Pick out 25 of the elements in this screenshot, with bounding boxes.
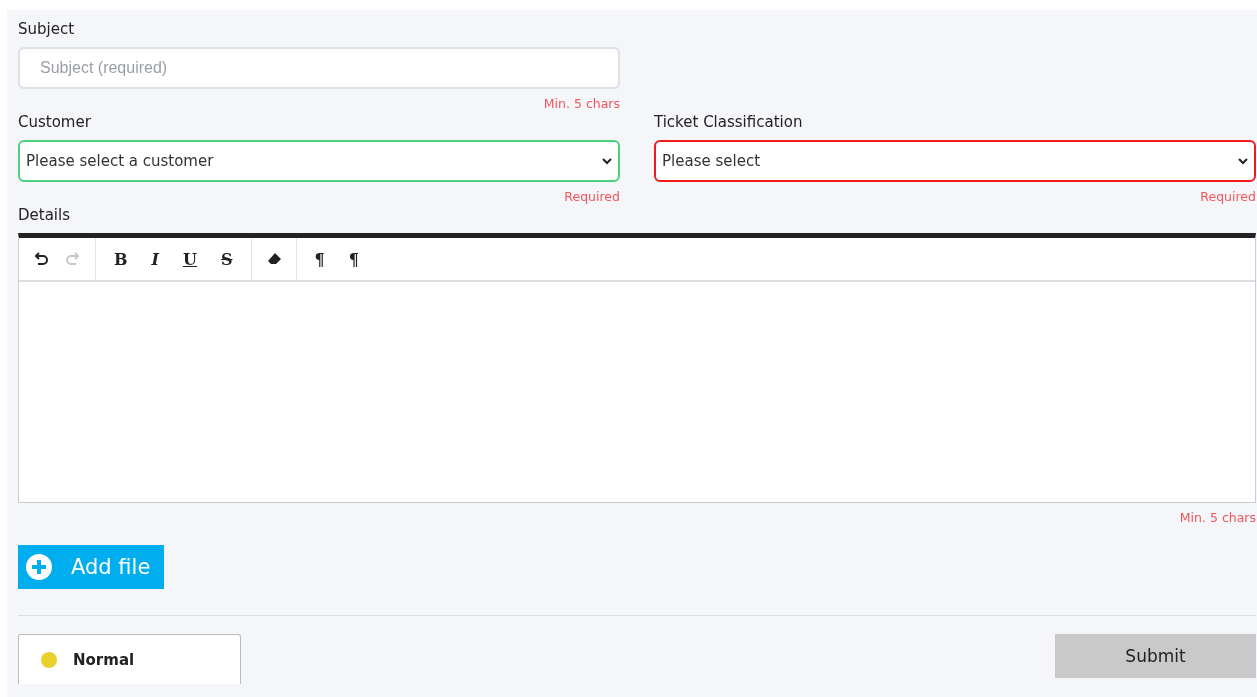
plus-circle-icon (25, 553, 53, 581)
priority-selector[interactable]: Normal (18, 634, 241, 684)
validation-hint: Required (1200, 189, 1256, 204)
eraser-icon[interactable] (265, 251, 282, 267)
underline-button[interactable]: U (179, 249, 201, 269)
bold-button[interactable]: B (110, 249, 132, 269)
select-field[interactable]: Please select (654, 140, 1256, 182)
validation-hint: Min. 5 chars (1179, 510, 1256, 525)
subject-field[interactable]: Subject (required) (18, 47, 620, 89)
select-field[interactable]: Please select a customer (18, 140, 620, 182)
validation-hint: Min. 5 chars (543, 96, 620, 111)
submit-button[interactable]: Submit (1055, 634, 1256, 678)
field-label: Subject (18, 20, 75, 38)
chevron-down-icon (1238, 157, 1248, 165)
rtl-paragraph-button[interactable]: ¶ (344, 249, 363, 269)
chevron-down-icon (602, 157, 612, 165)
strikethrough-button[interactable]: S (216, 249, 237, 269)
undo-icon[interactable] (33, 251, 49, 267)
ltr-paragraph-button[interactable]: ¶ (310, 249, 329, 269)
italic-button[interactable]: I (147, 249, 163, 269)
priority-label: Normal (73, 650, 135, 669)
field-label: Details (18, 206, 70, 224)
validation-hint: Required (564, 189, 620, 204)
field-label: Customer (18, 113, 91, 131)
field-label: Ticket Classification (654, 113, 803, 131)
